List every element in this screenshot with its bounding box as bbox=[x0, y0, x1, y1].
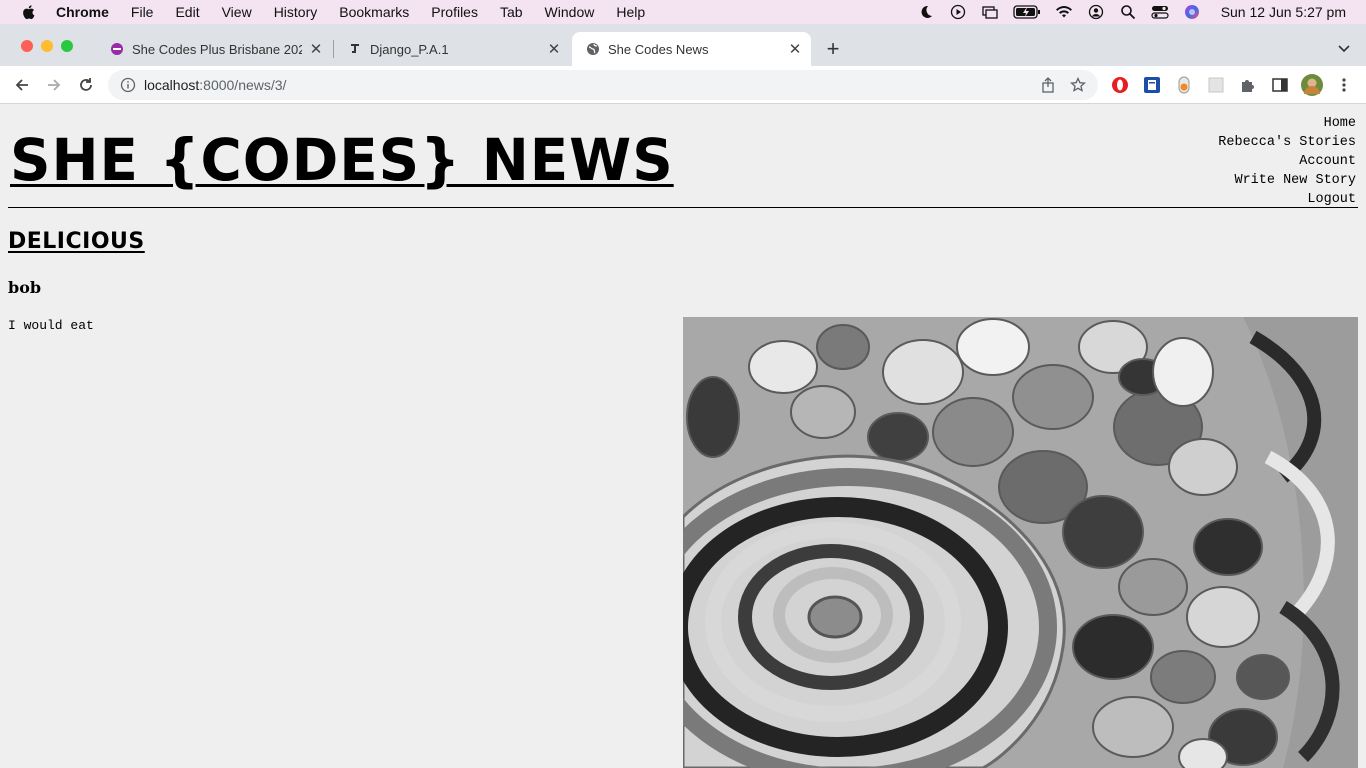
minimize-window-button[interactable] bbox=[41, 40, 53, 52]
back-button[interactable] bbox=[12, 75, 32, 95]
url-text[interactable]: localhost:8000/news/3/ bbox=[144, 77, 286, 93]
menu-tab[interactable]: Tab bbox=[500, 4, 523, 20]
menubar-clock[interactable]: Sun 12 Jun 5:27 pm bbox=[1221, 4, 1346, 20]
spotlight-search-icon[interactable] bbox=[1119, 4, 1137, 20]
tab-she-codes-plus[interactable]: She Codes Plus Brisbane 2022 ✕ bbox=[96, 32, 332, 66]
bookmark-star-icon[interactable] bbox=[1070, 77, 1086, 93]
close-window-button[interactable] bbox=[21, 40, 33, 52]
header-divider bbox=[8, 207, 1358, 208]
blue-extension-icon[interactable] bbox=[1142, 75, 1162, 95]
url-host: localhost bbox=[144, 77, 200, 93]
screen-mirroring-icon[interactable] bbox=[981, 4, 999, 20]
tab-label: Django_P.A.1 bbox=[370, 41, 449, 57]
menu-window[interactable]: Window bbox=[545, 4, 595, 20]
nav-write-story-link[interactable]: Write New Story bbox=[1218, 171, 1356, 190]
nav-my-stories-link[interactable]: Rebecca's Stories bbox=[1218, 133, 1356, 152]
page-content: SHE {CODES} NEWS Home Rebecca's Stories … bbox=[0, 104, 1366, 768]
story-body: I would eat bbox=[8, 318, 94, 333]
menu-profiles[interactable]: Profiles bbox=[431, 4, 478, 20]
tab-she-codes-news[interactable]: She Codes News ✕ bbox=[572, 32, 811, 66]
story-title: DELICIOUS bbox=[8, 229, 145, 254]
nav-account-link[interactable]: Account bbox=[1218, 152, 1356, 171]
extensions-puzzle-icon[interactable] bbox=[1238, 75, 1258, 95]
zoom-window-button[interactable] bbox=[61, 40, 73, 52]
menu-edit[interactable]: Edit bbox=[175, 4, 199, 20]
close-tab-icon[interactable]: ✕ bbox=[546, 41, 562, 58]
apple-icon[interactable] bbox=[20, 3, 38, 21]
macos-menubar: Chrome File Edit View History Bookmarks … bbox=[0, 0, 1366, 24]
new-tab-button[interactable]: + bbox=[822, 36, 844, 61]
siri-icon[interactable] bbox=[1183, 4, 1201, 20]
forward-button[interactable] bbox=[44, 75, 64, 95]
battery-icon[interactable] bbox=[1013, 4, 1041, 20]
share-icon[interactable] bbox=[1040, 77, 1056, 93]
story-author: bob bbox=[8, 278, 42, 297]
candy-image bbox=[683, 317, 1358, 768]
side-panel-icon[interactable] bbox=[1270, 75, 1290, 95]
nav-home-link[interactable]: Home bbox=[1218, 114, 1356, 133]
menu-app-name[interactable]: Chrome bbox=[56, 4, 109, 20]
browser-tabstrip: She Codes Plus Brisbane 2022 ✕ Django_P.… bbox=[0, 24, 1366, 66]
browser-toolbar: localhost:8000/news/3/ bbox=[0, 66, 1366, 104]
more-menu-icon[interactable] bbox=[1334, 75, 1354, 95]
close-tab-icon[interactable]: ✕ bbox=[308, 41, 324, 58]
globe-icon bbox=[587, 43, 599, 55]
dark-mode-icon[interactable] bbox=[917, 4, 935, 20]
play-icon[interactable] bbox=[949, 4, 967, 20]
control-center-icon[interactable] bbox=[1151, 4, 1169, 20]
menu-view[interactable]: View bbox=[222, 4, 252, 20]
site-nav: Home Rebecca's Stories Account Write New… bbox=[1218, 114, 1356, 209]
url-path: :8000/news/3/ bbox=[199, 77, 287, 93]
address-bar[interactable]: localhost:8000/news/3/ bbox=[108, 70, 1098, 100]
menu-bookmarks[interactable]: Bookmarks bbox=[339, 4, 409, 20]
menu-history[interactable]: History bbox=[274, 4, 318, 20]
site-title-link[interactable]: SHE {CODES} NEWS bbox=[10, 126, 674, 194]
reload-button[interactable] bbox=[76, 75, 96, 95]
profile-avatar[interactable] bbox=[1300, 73, 1324, 97]
django-icon bbox=[351, 44, 359, 53]
user-account-icon[interactable] bbox=[1087, 4, 1105, 20]
tab-label: She Codes Plus Brisbane 2022 bbox=[132, 41, 302, 57]
opera-extension-icon[interactable] bbox=[1110, 75, 1130, 95]
tab-django[interactable]: Django_P.A.1 ✕ bbox=[334, 32, 570, 66]
shecodes-icon bbox=[111, 43, 123, 55]
story-image bbox=[683, 317, 1358, 768]
menu-help[interactable]: Help bbox=[616, 4, 645, 20]
forward-arrow-icon bbox=[48, 79, 61, 91]
wifi-icon[interactable] bbox=[1055, 4, 1073, 20]
reload-icon bbox=[80, 78, 92, 91]
orange-extension-icon[interactable] bbox=[1174, 75, 1194, 95]
close-tab-icon[interactable]: ✕ bbox=[787, 41, 803, 58]
tab-label: She Codes News bbox=[608, 41, 709, 57]
grey-extension-icon[interactable] bbox=[1206, 75, 1226, 95]
site-info-icon[interactable] bbox=[120, 77, 136, 93]
back-arrow-icon bbox=[15, 79, 28, 91]
menu-file[interactable]: File bbox=[131, 4, 154, 20]
tab-search-chevron-icon[interactable] bbox=[1336, 40, 1352, 56]
